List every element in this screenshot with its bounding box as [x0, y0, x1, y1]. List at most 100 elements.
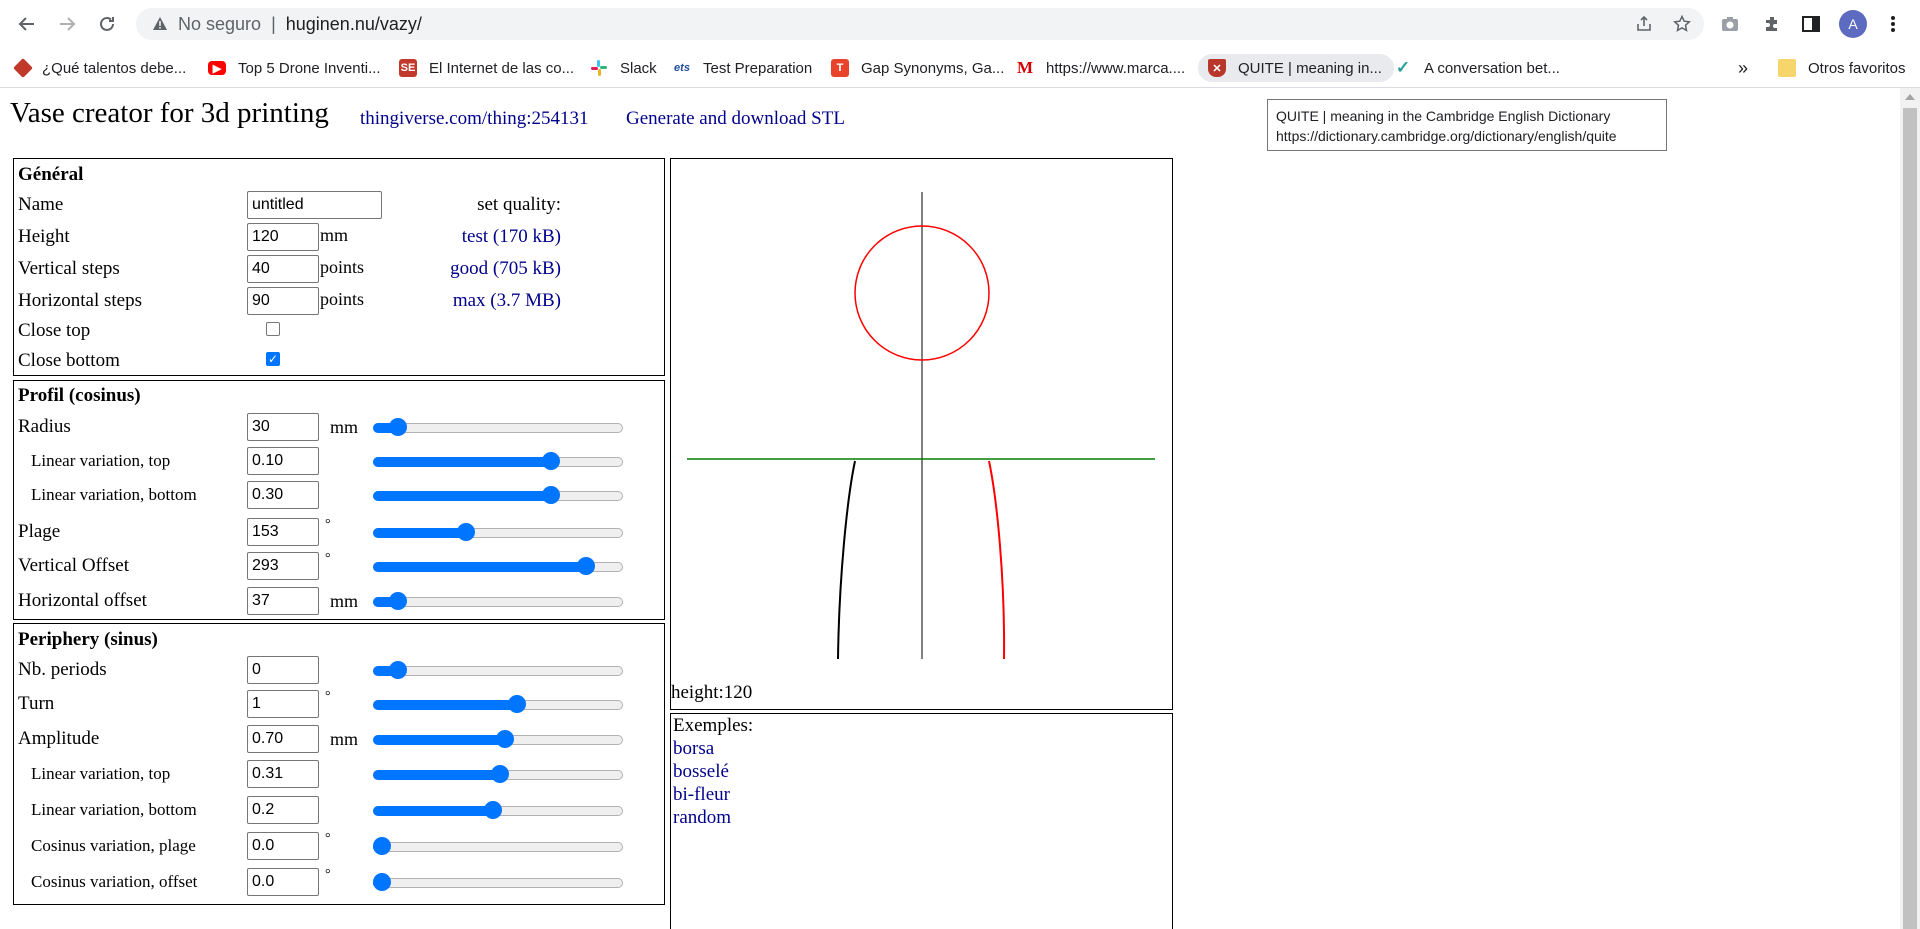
linear-variation-bottom-input[interactable] — [247, 796, 319, 824]
linear-variation-top-input[interactable] — [247, 760, 319, 788]
tooltip-url: https://dictionary.cambridge.org/diction… — [1276, 128, 1617, 144]
forward-arrow-icon — [60, 17, 76, 31]
side-panel-icon[interactable] — [1798, 11, 1824, 37]
preview-canvas — [687, 192, 1155, 660]
profile-avatar[interactable]: A — [1839, 10, 1867, 38]
bookmarks-bar: ¿Qué talentos debe... ▶ Top 5 Drone Inve… — [0, 48, 1920, 88]
page-scrollbar[interactable] — [1900, 88, 1920, 929]
plage-label: Plage — [18, 521, 61, 542]
amplitude-slider[interactable] — [363, 730, 627, 748]
cosinus-variation-offset-input[interactable] — [247, 868, 319, 896]
slider-track — [373, 878, 623, 888]
linear-variation-bottom-input[interactable] — [247, 481, 319, 509]
example-link-bossele[interactable]: bosselé — [673, 761, 729, 783]
slider-track — [373, 597, 623, 607]
star-icon[interactable] — [1670, 12, 1694, 36]
example-link-bi-fleur[interactable]: bi-fleur — [673, 784, 730, 806]
forward-button[interactable] — [52, 9, 82, 39]
reload-button[interactable] — [92, 9, 122, 39]
extensions-icon[interactable] — [1759, 11, 1785, 37]
turn-input[interactable] — [247, 690, 319, 718]
slider-fill — [373, 806, 494, 816]
bookmark-item-active[interactable]: ✕ QUITE | meaning in... — [1198, 54, 1394, 82]
slider-thumb[interactable] — [456, 523, 475, 541]
example-link-random[interactable]: random — [673, 807, 731, 829]
vertical-steps-input[interactable] — [247, 255, 319, 283]
preview-height-label: height:120 — [671, 682, 753, 703]
bookmark-item[interactable]: M https://www.marca.... — [1016, 54, 1185, 82]
plage-slider[interactable] — [363, 523, 627, 541]
linear-variation-top-slider[interactable] — [363, 452, 627, 470]
slider-thumb[interactable] — [507, 695, 526, 713]
bookmark-item[interactable]: Slack — [590, 54, 657, 82]
slider-thumb[interactable] — [373, 837, 391, 855]
bookmark-item[interactable]: ¿Qué talentos debe... — [13, 54, 187, 82]
close-bottom-checkbox[interactable]: ✓ — [266, 352, 280, 366]
vase-preview — [670, 158, 1173, 710]
quality-test-link[interactable]: test (170 kB) — [401, 226, 561, 248]
quality-good-link[interactable]: good (705 kB) — [401, 258, 561, 280]
slider-thumb[interactable] — [542, 486, 561, 504]
name-label: Name — [18, 194, 64, 215]
slider-thumb[interactable] — [577, 557, 596, 575]
bookmark-label: ¿Qué talentos debe... — [42, 59, 187, 77]
slider-fill — [373, 735, 505, 745]
turn-slider[interactable] — [363, 695, 627, 713]
bookmark-item[interactable]: SE El Internet de las co... — [399, 54, 574, 82]
bookmark-label: Test Preparation — [703, 59, 813, 77]
horizontal-steps-input[interactable] — [247, 287, 319, 315]
slider-thumb[interactable] — [373, 873, 391, 891]
slider-thumb[interactable] — [491, 765, 510, 783]
generate-stl-link[interactable]: Generate and download STL — [626, 108, 845, 130]
slider-fill — [373, 562, 587, 572]
horizontal-offset-slider[interactable] — [363, 592, 627, 610]
bookmark-item[interactable]: ✓ A conversation bet... — [1394, 54, 1560, 82]
page-title: Vase creator for 3d printing — [10, 97, 329, 129]
more-bookmarks-button[interactable]: » — [1738, 54, 1748, 82]
slider-thumb[interactable] — [389, 592, 408, 610]
vertical-offset-input[interactable] — [247, 552, 319, 580]
height-input[interactable] — [247, 223, 319, 251]
horizontal-offset-input[interactable] — [247, 587, 319, 615]
amplitude-input[interactable] — [247, 725, 319, 753]
plage-input[interactable] — [247, 518, 319, 546]
menu-icon[interactable] — [1880, 11, 1906, 37]
scroll-thumb[interactable] — [1903, 108, 1917, 929]
nb-periods-input[interactable] — [247, 656, 319, 684]
horizontal-offset-label: Horizontal offset — [18, 590, 147, 611]
cosinus-variation-offset-label: Cosinus variation, offset — [31, 872, 198, 891]
example-link-borsa[interactable]: borsa — [673, 738, 714, 760]
examples-title: Exemples: — [673, 715, 754, 736]
close-top-checkbox[interactable] — [266, 322, 280, 336]
vertical-offset-slider[interactable] — [363, 557, 627, 575]
linear-variation-top-slider[interactable] — [363, 765, 627, 783]
slider-thumb[interactable] — [542, 452, 561, 470]
quality-max-link[interactable]: max (3.7 MB) — [401, 290, 561, 312]
slider-thumb[interactable] — [495, 730, 514, 748]
other-bookmarks-folder[interactable]: Otros favoritos — [1778, 54, 1906, 82]
cosinus-variation-plage-label: Cosinus variation, plage — [31, 836, 196, 855]
slider-thumb[interactable] — [484, 801, 503, 819]
cosinus-variation-offset-slider[interactable] — [363, 873, 627, 891]
nb-periods-slider[interactable] — [363, 661, 627, 679]
address-bar[interactable]: No seguro | huginen.nu/vazy/ — [136, 8, 1704, 40]
cosinus-variation-plage-slider[interactable] — [363, 837, 627, 855]
back-button[interactable] — [12, 9, 42, 39]
linear-variation-bottom-slider[interactable] — [363, 486, 627, 504]
radius-slider[interactable] — [363, 418, 627, 436]
scroll-up-arrow-icon[interactable] — [1905, 94, 1915, 100]
bookmark-item[interactable]: T Gap Synonyms, Ga... — [831, 54, 1004, 82]
camera-icon[interactable] — [1717, 11, 1743, 37]
thingiverse-link[interactable]: thingiverse.com/thing:254131 — [360, 108, 589, 130]
slider-thumb[interactable] — [389, 418, 408, 436]
profil-title: Profil (cosinus) — [18, 385, 141, 406]
radius-input[interactable] — [247, 413, 319, 441]
linear-variation-top-input[interactable] — [247, 447, 319, 475]
bookmark-item[interactable]: ets Test Preparation — [673, 54, 812, 82]
cosinus-variation-plage-input[interactable] — [247, 832, 319, 860]
slider-thumb[interactable] — [389, 661, 408, 679]
bookmark-item[interactable]: ▶ Top 5 Drone Inventi... — [208, 54, 381, 82]
linear-variation-bottom-slider[interactable] — [363, 801, 627, 819]
share-icon[interactable] — [1632, 12, 1656, 36]
name-input[interactable] — [247, 191, 382, 219]
